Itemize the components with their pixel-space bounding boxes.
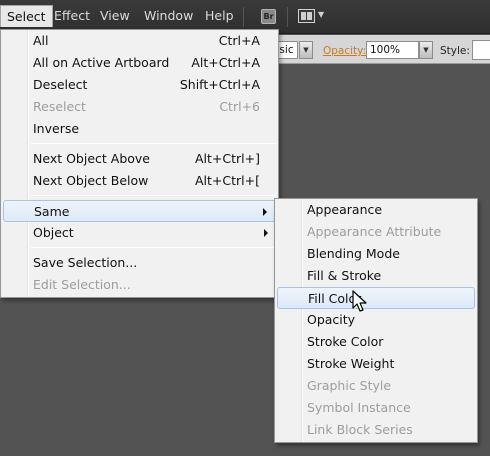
menu-item-shortcut: Shift+Ctrl+A [179, 77, 260, 92]
opacity-link[interactable]: Opacity: [323, 45, 366, 57]
chevron-down-icon[interactable]: ▼ [318, 10, 324, 19]
menu-item-label: Blending Mode [307, 246, 400, 261]
submenu-item-fill-and-stroke[interactable]: Fill & Stroke [277, 265, 475, 287]
menu-view[interactable]: View [94, 5, 136, 27]
menu-item-all-on-active-artboard[interactable]: All on Active Artboard Alt+Ctrl+A [3, 52, 276, 74]
menu-separator [243, 7, 244, 27]
menu-select[interactable]: Select [0, 5, 53, 27]
menu-item-next-object-above[interactable]: Next Object Above Alt+Ctrl+] [3, 148, 276, 170]
menu-item-label: Stroke Weight [307, 356, 395, 371]
menu-item-object[interactable]: Object [3, 222, 276, 244]
menu-item-label: Object [33, 225, 74, 240]
menu-item-next-object-below[interactable]: Next Object Below Alt+Ctrl+[ [3, 170, 276, 192]
style-label: Style: [440, 45, 470, 57]
menu-divider [31, 247, 276, 248]
submenu-item-appearance-attribute: Appearance Attribute [277, 221, 475, 243]
workspace-layout-icon[interactable] [298, 9, 315, 23]
menu-item-reselect: Reselect Ctrl+6 [3, 96, 276, 118]
menu-item-label: All [33, 33, 49, 48]
opacity-dropdown-button[interactable]: ▼ [419, 41, 433, 59]
submenu-arrow-icon [263, 208, 267, 216]
menu-item-save-selection[interactable]: Save Selection... [3, 252, 276, 274]
same-submenu: Appearance Appearance Attribute Blending… [274, 198, 478, 443]
menu-item-label: All on Active Artboard [33, 55, 170, 70]
select-menu: All Ctrl+A All on Active Artboard Alt+Ct… [0, 29, 279, 298]
submenu-item-graphic-style: Graphic Style [277, 375, 475, 397]
menu-item-shortcut: Alt+Ctrl+] [195, 151, 260, 166]
submenu-arrow-icon [264, 229, 268, 237]
submenu-item-stroke-color[interactable]: Stroke Color [277, 331, 475, 353]
menu-item-shortcut: Ctrl+6 [219, 99, 260, 114]
menu-item-label: Reselect [33, 99, 86, 114]
menu-item-shortcut: Ctrl+A [218, 33, 260, 48]
menu-item-label: Next Object Above [33, 151, 150, 166]
menu-item-all[interactable]: All Ctrl+A [3, 30, 276, 52]
submenu-item-blending-mode[interactable]: Blending Mode [277, 243, 475, 265]
menu-item-edit-selection: Edit Selection... [3, 274, 276, 296]
menu-help[interactable]: Help [199, 5, 240, 27]
brush-dropdown-button[interactable]: ▼ [299, 41, 313, 59]
menu-item-label: Appearance [307, 202, 383, 217]
menu-item-shortcut: Alt+Ctrl+A [191, 55, 260, 70]
menu-item-label: Same [34, 204, 70, 219]
menu-divider [31, 143, 276, 144]
menu-item-same[interactable]: Same [3, 200, 276, 222]
menu-item-label: Graphic Style [307, 378, 392, 393]
menu-item-label: Stroke Color [307, 334, 384, 349]
menu-separator [287, 7, 288, 27]
submenu-item-link-block-series: Link Block Series [277, 419, 475, 441]
mouse-pointer-icon [352, 290, 367, 312]
submenu-item-appearance[interactable]: Appearance [277, 199, 475, 221]
menu-item-label: Edit Selection... [33, 277, 131, 292]
menu-item-label: Fill & Stroke [307, 268, 382, 283]
menu-window[interactable]: Window [138, 5, 199, 27]
menu-effect[interactable]: Effect [48, 5, 96, 27]
menu-item-shortcut: Alt+Ctrl+[ [195, 173, 260, 188]
opacity-input[interactable]: 100% [366, 41, 419, 59]
submenu-item-fill-color[interactable]: Fill Color [277, 287, 475, 309]
menu-item-inverse[interactable]: Inverse [3, 118, 276, 140]
menu-divider [31, 195, 276, 196]
menu-item-label: Opacity [307, 312, 356, 327]
submenu-item-symbol-instance: Symbol Instance [277, 397, 475, 419]
menu-item-label: Link Block Series [307, 422, 413, 437]
graphic-style-swatch[interactable] [472, 40, 490, 60]
submenu-item-opacity[interactable]: Opacity [277, 309, 475, 331]
menu-item-label: Deselect [33, 77, 88, 92]
menu-item-label: Symbol Instance [307, 400, 411, 415]
submenu-item-stroke-weight[interactable]: Stroke Weight [277, 353, 475, 375]
menu-item-label: Appearance Attribute [307, 224, 442, 239]
menu-item-label: Next Object Below [33, 173, 149, 188]
menu-item-label: Inverse [33, 121, 80, 136]
bridge-icon[interactable]: Br [261, 9, 276, 24]
menu-item-label: Save Selection... [33, 255, 138, 270]
menu-item-deselect[interactable]: Deselect Shift+Ctrl+A [3, 74, 276, 96]
